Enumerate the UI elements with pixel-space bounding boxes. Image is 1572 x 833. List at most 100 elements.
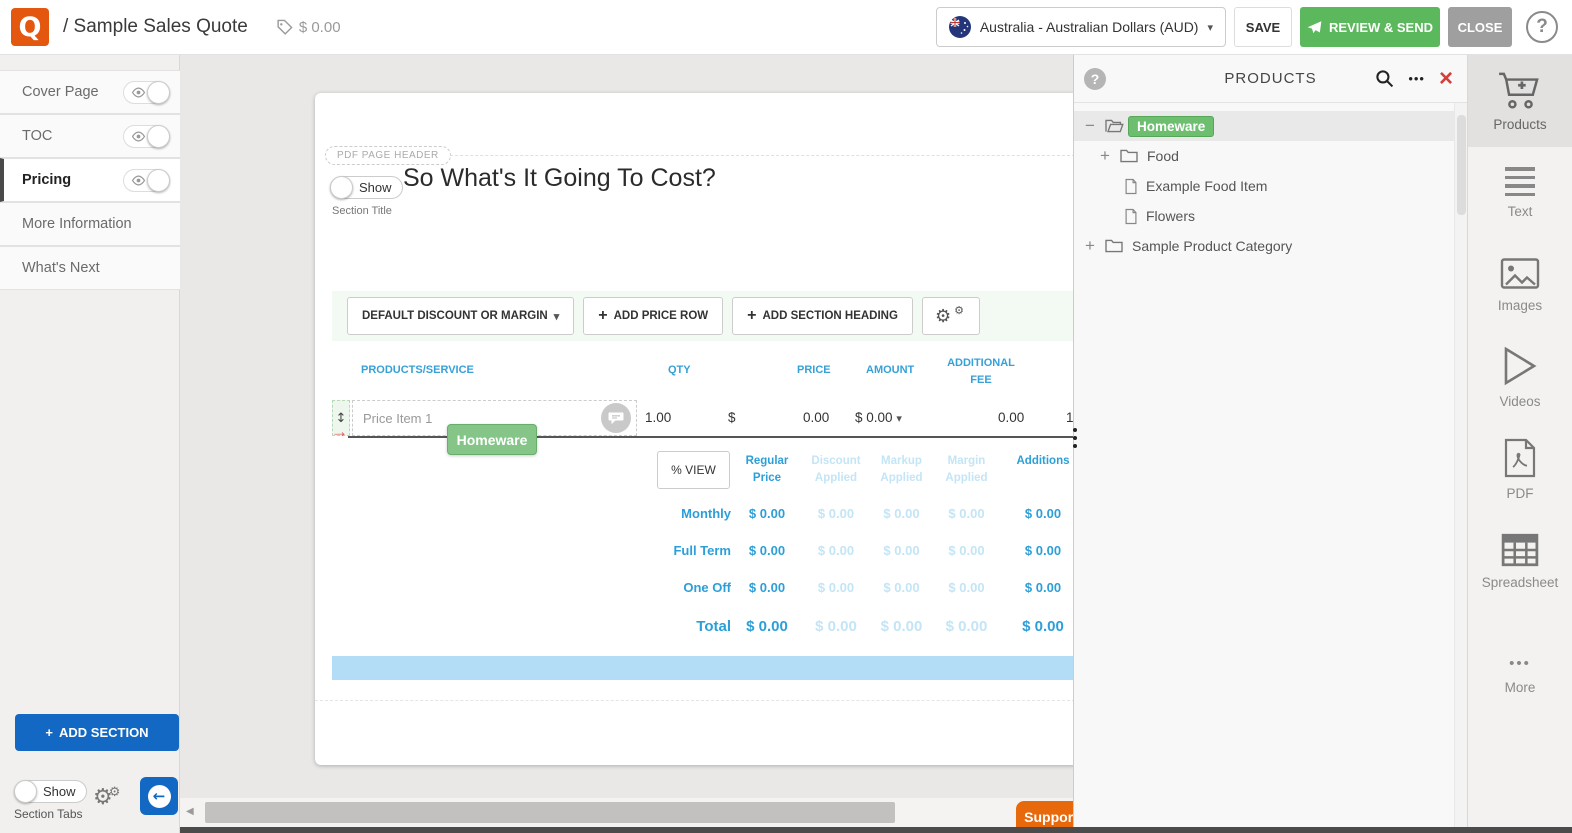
add-price-row-button[interactable]: + ADD PRICE ROW (583, 297, 724, 335)
footer-highlight-bar (332, 656, 1090, 680)
app-logo[interactable]: Q (11, 8, 49, 46)
save-button[interactable]: SAVE (1234, 7, 1292, 47)
scrollbar-thumb[interactable] (205, 802, 895, 823)
tree-item-example-food-item[interactable]: Example Food Item (1074, 171, 1467, 201)
scroll-left-arrow[interactable]: ◀ (186, 806, 194, 817)
sidebar-item-toc[interactable]: TOC (0, 114, 180, 158)
add-price-row-label: ADD PRICE ROW (613, 310, 709, 322)
sidebar-item-whats-next[interactable]: What's Next (0, 246, 180, 290)
chevron-down-icon: ▾ (896, 413, 902, 425)
panel-help-button[interactable]: ? (1084, 67, 1106, 90)
gear-icon: ⚙ (954, 303, 964, 317)
sidebar-item-label: Cover Page (22, 84, 99, 100)
col-header-additional-fee: ADDITIONAL FEE (947, 357, 1015, 386)
tree-category-sample-product-category[interactable]: + Sample Product Category (1074, 231, 1467, 261)
tool-spreadsheet[interactable]: Spreadsheet (1468, 515, 1572, 607)
tool-label: Images (1497, 298, 1543, 313)
amount-select[interactable]: $ 0.00 ▾ (855, 410, 902, 425)
collapse-sidebar-button[interactable]: ← (140, 777, 178, 815)
plus-icon: + (45, 725, 54, 740)
visibility-toggle[interactable] (123, 80, 170, 104)
comment-icon (601, 403, 631, 433)
tool-videos[interactable]: Videos (1468, 331, 1572, 423)
visibility-toggle[interactable] (123, 168, 170, 192)
panel-scrollbar[interactable] (1454, 103, 1467, 833)
breadcrumb: / Sample Sales Quote (63, 16, 248, 37)
panel-scrollbar-thumb[interactable] (1457, 115, 1466, 215)
selected-category-badge: Homeware (1128, 115, 1215, 137)
close-button[interactable]: CLOSE (1448, 7, 1512, 47)
visibility-toggle[interactable] (123, 124, 170, 148)
tree-category-homeware[interactable]: − Homeware (1074, 111, 1456, 141)
folder-open-icon (1105, 119, 1124, 133)
tool-text[interactable]: Text (1468, 147, 1572, 239)
add-section-heading-button[interactable]: + ADD SECTION HEADING (732, 297, 913, 335)
folder-icon (1120, 149, 1138, 163)
sidebar-item-cover-page[interactable]: Cover Page (0, 70, 180, 114)
panel-close-button[interactable]: × (1439, 66, 1453, 90)
tool-pdf[interactable]: PDF (1468, 423, 1572, 515)
grid-icon (1501, 533, 1539, 566)
help-button[interactable]: ? (1526, 11, 1558, 43)
sidebar-item-pricing[interactable]: Pricing (0, 158, 180, 202)
search-icon[interactable] (1375, 69, 1394, 88)
toggle-knob (147, 124, 170, 148)
summary-row-label: Full Term (673, 543, 731, 558)
pdf-header-divider (410, 155, 1090, 156)
default-discount-margin-button[interactable]: DEFAULT DISCOUNT OR MARGIN ▾ (347, 297, 575, 335)
col-header-amount: AMOUNT (866, 364, 915, 376)
summary-value: $ 0.00 (748, 543, 786, 558)
summary-value: $ 0.00 (883, 580, 920, 595)
price-cell[interactable]: 0.00 (803, 410, 829, 425)
question-icon: ? (1090, 70, 1100, 87)
default-discount-label: DEFAULT DISCOUNT OR MARGIN (362, 310, 548, 322)
sidebar-item-more-information[interactable]: More Information (0, 202, 180, 246)
tool-images[interactable]: Images (1468, 239, 1572, 331)
currency-selector[interactable]: Australia - Australian Dollars (AUD) ▾ (935, 7, 1226, 47)
price-item-placeholder: Price Item 1 (363, 410, 433, 426)
pdf-page-header-label: PDF PAGE HEADER (325, 146, 451, 165)
summary-value: $ 0.00 (748, 580, 786, 595)
summary-value: $ 0.00 (948, 506, 985, 521)
products-panel: ? PRODUCTS ••• × − Homeware + Food Examp… (1073, 55, 1467, 833)
tree-category-food[interactable]: + Food (1074, 141, 1467, 171)
section-title-toggle[interactable]: Show (330, 176, 403, 199)
panel-menu-button[interactable]: ••• (1408, 71, 1425, 86)
summary-value: $ 0.00 (817, 506, 855, 521)
topbar-actions: Australia - Australian Dollars (AUD) ▾ S… (935, 7, 1558, 47)
tool-more[interactable]: ••• More (1468, 629, 1572, 721)
section-settings-button[interactable]: ⚙⚙ (93, 785, 124, 810)
pricing-toolbar: DEFAULT DISCOUNT OR MARGIN ▾ + ADD PRICE… (332, 291, 1073, 341)
add-section-button[interactable]: + ADD SECTION (15, 714, 179, 751)
add-section-heading-label: ADD SECTION HEADING (762, 310, 898, 322)
col-header-products-service: PRODUCTS/SERVICE (361, 364, 474, 376)
col-header-qty: QTY (668, 364, 691, 376)
pricing-summary-total: Total $ 0.00 $ 0.00 $ 0.00 $ 0.00 $ 0.00 (655, 606, 1087, 647)
col-header-price: PRICE (797, 364, 831, 376)
chevron-down-icon: ▾ (1207, 21, 1213, 34)
file-icon (1125, 208, 1137, 224)
tree-item-flowers[interactable]: Flowers (1074, 201, 1467, 231)
toggle-knob (14, 780, 37, 803)
currency-label: Australia - Australian Dollars (AUD) (979, 19, 1199, 35)
file-icon (1125, 178, 1137, 194)
collapse-icon[interactable]: − (1082, 116, 1098, 136)
expand-icon[interactable]: + (1097, 146, 1113, 166)
tool-products[interactable]: Products (1468, 55, 1572, 147)
qty-cell[interactable]: 1.00 (645, 410, 671, 425)
pdf-file-icon (1504, 438, 1536, 477)
expand-icon[interactable]: + (1082, 236, 1098, 256)
pricing-settings-button[interactable]: ⚙ ⚙ (921, 297, 980, 335)
comment-bubble-button[interactable] (601, 403, 631, 438)
tool-label: PDF (1506, 485, 1534, 501)
summary-col-discount-applied: Discount Applied (811, 455, 861, 484)
additional-fee-cell[interactable]: 0.00 (998, 410, 1024, 425)
summary-col-margin-applied: Margin Applied (945, 455, 988, 484)
section-title[interactable]: So What's It Going To Cost? (403, 164, 716, 193)
row-menu-handle[interactable] (1073, 428, 1077, 448)
products-panel-header: ? PRODUCTS ••• × (1074, 55, 1467, 103)
section-tabs-toggle[interactable]: Show (14, 780, 87, 803)
summary-col-markup-applied: Markup Applied (880, 455, 923, 484)
review-send-button[interactable]: REVIEW & SEND (1300, 7, 1440, 47)
horizontal-scrollbar[interactable]: ◀ (180, 798, 1073, 827)
